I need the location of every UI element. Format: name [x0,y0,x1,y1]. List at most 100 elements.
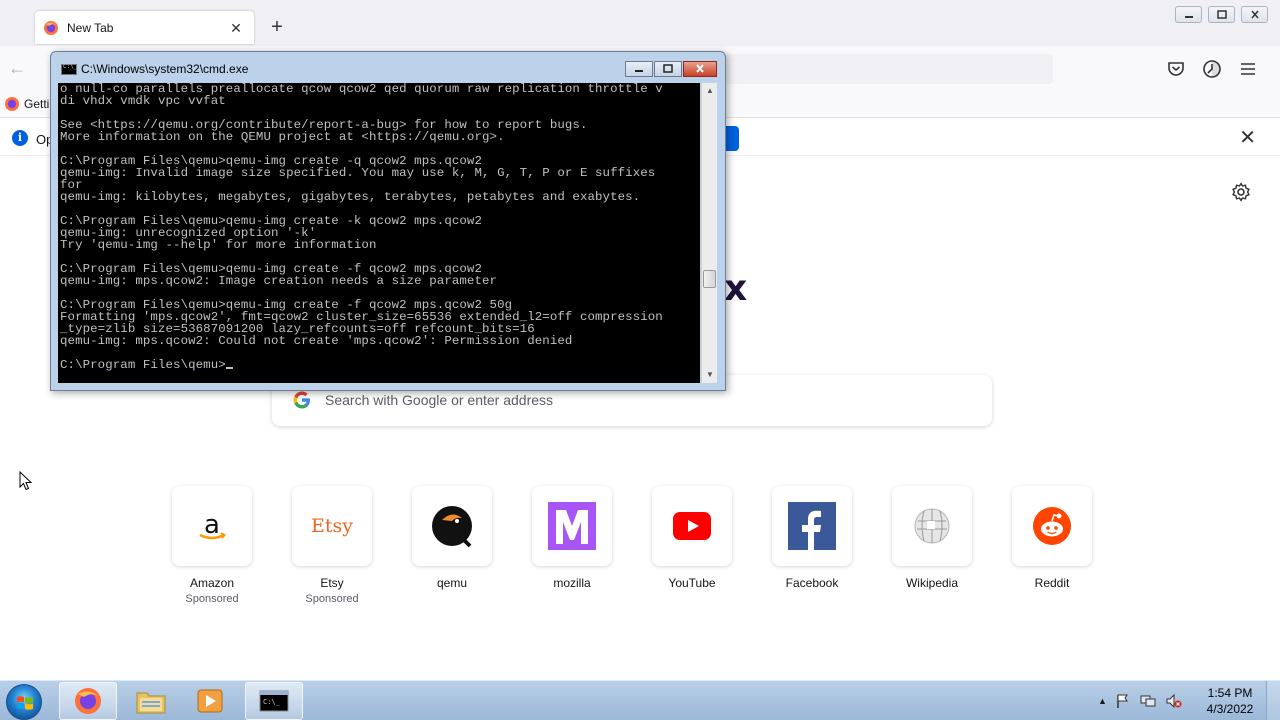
tile-label: Wikipedia [905,576,959,590]
scroll-down-icon[interactable]: ▼ [702,367,718,383]
browser-titlebar: New Tab ✕ + [0,0,1280,46]
top-site-mozilla[interactable]: mozilla [532,486,612,590]
close-window-button[interactable] [1241,6,1268,23]
etsy-logo: Etsy [311,515,353,537]
cmd-window[interactable]: C:\Windows\system32\cmd.exe o null-co pa… [50,51,726,391]
system-tray: ▲ [1098,689,1183,713]
cmd-titlebar[interactable]: C:\Windows\system32\cmd.exe [51,52,725,82]
show-desktop-button[interactable] [1266,681,1280,720]
pocket-icon[interactable] [1166,59,1186,79]
google-icon [293,391,310,409]
tile-icon-box [652,486,732,566]
reddit-icon [1033,507,1071,545]
taskbar-explorer[interactable] [122,682,180,720]
cmd-title: C:\Windows\system32\cmd.exe [81,62,249,76]
firefox-brand-fragment: x [724,268,748,309]
clock-time: 1:54 PM [1207,686,1253,700]
account-icon[interactable] [1202,59,1222,79]
top-site-reddit[interactable]: Reddit [1012,486,1092,590]
tile-icon-box [1012,486,1092,566]
cmd-window-controls [624,61,717,77]
firefox-icon [75,688,101,714]
tab-new-tab[interactable]: New Tab ✕ [35,11,254,44]
tile-label: Amazon [189,576,235,590]
mozilla-icon [548,502,596,550]
tile-label: qemu [436,576,468,590]
top-site-youtube[interactable]: YouTube [652,486,732,590]
top-site-wikipedia[interactable]: Wikipedia [892,486,972,590]
tile-icon-box [772,486,852,566]
back-arrow-icon[interactable]: ← [8,58,26,78]
tile-label: Reddit [1034,576,1070,590]
hamburger-menu-icon[interactable] [1238,59,1258,79]
cmd-line: qemu-img: Invalid image size specified. … [60,166,656,180]
top-site-qemu[interactable]: qemu [412,486,492,590]
cmd-maximize-button[interactable] [654,61,682,77]
cmd-line: qemu-img: mps.qcow2: Image creation need… [60,274,498,288]
taskbar-clock[interactable]: 1:54 PM 4/3/2022 [1200,685,1260,717]
tile-icon-box [532,486,612,566]
clock-date: 4/3/2022 [1206,702,1254,716]
wikipedia-icon [914,508,950,544]
speaker-muted-icon[interactable] [1165,693,1183,709]
svg-text:C:\_: C:\_ [263,698,281,706]
bookmark-getting-started[interactable]: Getti [4,96,49,112]
windows-flag-icon [17,696,33,710]
media-player-icon [197,689,223,713]
taskbar-media-player[interactable] [181,682,239,720]
windows-start-icon[interactable] [6,684,42,720]
url-bar[interactable] [726,54,1053,84]
firefox-icon [44,20,58,35]
flag-icon[interactable] [1115,693,1131,709]
facebook-icon [788,502,836,550]
network-icon[interactable] [1139,693,1157,709]
minimize-button[interactable] [1175,6,1202,23]
notification-action-button[interactable] [726,126,739,151]
scroll-thumb[interactable] [703,270,716,288]
tile-icon-box [412,486,492,566]
tab-title: New Tab [67,20,114,35]
cmd-icon: C:\_ [259,690,289,712]
tile-icon-box: Etsy [292,486,372,566]
tile-label: mozilla [553,576,591,590]
cmd-close-button[interactable] [683,61,717,77]
cmd-cursor [225,367,233,369]
close-notification-icon[interactable]: ✕ [1239,128,1256,148]
cmd-line: Try 'qemu-img --help' for more informati… [60,238,377,252]
tile-label: YouTube [668,576,716,590]
window-controls [1175,6,1268,23]
taskbar: C:\_ ▲ 1:54 PM 4/3/2022 [0,680,1280,720]
top-site-amazon[interactable]: a Amazon Sponsored [172,486,252,605]
tile-icon-box [892,486,972,566]
amazon-icon: a [199,510,227,540]
explorer-icon [136,692,166,714]
maximize-button[interactable] [1208,6,1235,23]
tile-label: Facebook [785,576,839,590]
cmd-line: qemu-img: kilobytes, megabytes, gigabyte… [60,190,641,204]
cmd-minimize-button[interactable] [625,61,653,77]
top-site-facebook[interactable]: Facebook [772,486,852,590]
close-tab-icon[interactable]: ✕ [228,20,244,36]
search-placeholder: Search with Google or enter address [325,392,554,408]
taskbar-firefox[interactable] [59,682,117,720]
taskbar-cmd[interactable]: C:\_ [245,682,303,720]
top-site-etsy[interactable]: Etsy Etsy Sponsored [292,486,372,605]
cmd-line: di vhdx vmdk vpc vvfat [60,94,226,108]
show-hidden-icons-icon[interactable]: ▲ [1098,696,1107,706]
firefox-icon [5,97,19,111]
cmd-output: o null-co parallels preallocate qcow qco… [60,83,700,371]
scroll-up-icon[interactable]: ▲ [702,83,718,99]
youtube-icon [673,512,711,540]
cmd-line: C:\Program Files\qemu> [60,359,700,371]
mouse-cursor-icon [19,471,33,491]
cmd-line: More information on the QEMU project at … [60,130,505,144]
info-icon: i [12,130,28,146]
tile-sponsored: Sponsored [305,593,359,605]
cmd-scrollbar[interactable]: ▲ ▼ [701,83,717,383]
gear-icon[interactable] [1231,182,1251,202]
cmd-line: qemu-img: mps.qcow2: Could not create 'm… [60,334,573,348]
qemu-icon [432,506,472,548]
top-sites: a Amazon Sponsored Etsy Etsy Sponsored q… [172,486,1112,616]
cmd-console[interactable]: o null-co parallels preallocate qcow qco… [58,83,700,383]
new-tab-plus-icon[interactable]: + [266,16,288,38]
